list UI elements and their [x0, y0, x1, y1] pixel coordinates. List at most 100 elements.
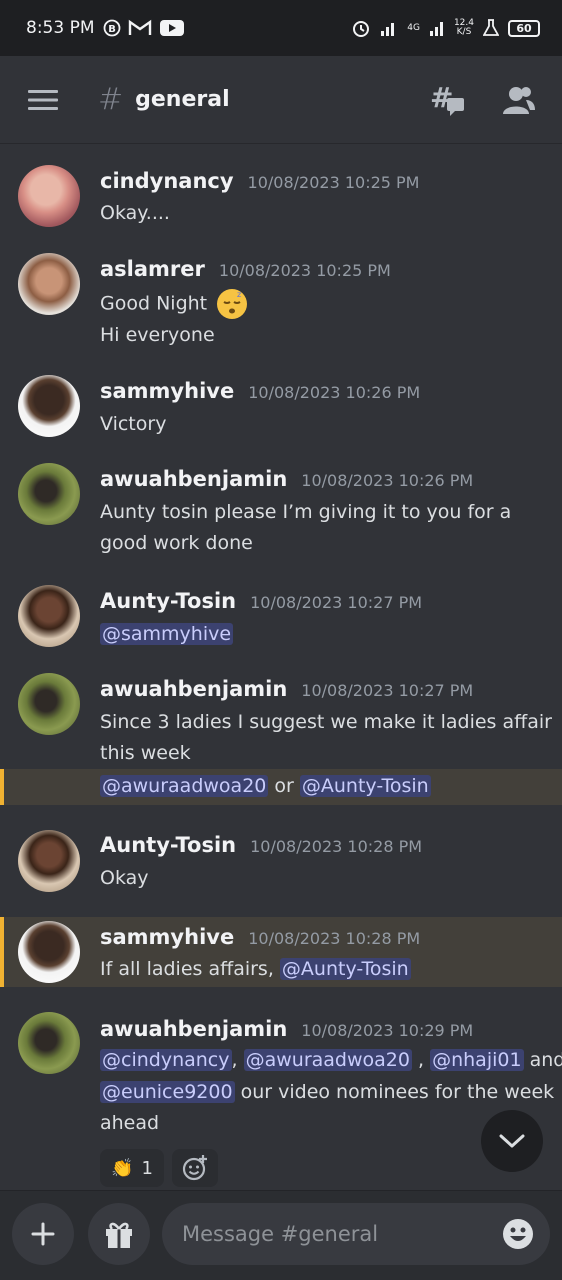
user-mention[interactable]: @Aunty-Tosin [299, 775, 431, 797]
user-mention[interactable]: @awuraadwoa20 [100, 775, 269, 797]
scroll-to-bottom-button[interactable] [481, 1110, 543, 1172]
message-text: @sammyhive [100, 619, 234, 650]
timestamp: 10/08/2023 10:27 PM [301, 681, 474, 700]
flask-icon [483, 19, 499, 36]
status-bar: 8:53 PM B 4G 12.4 K/S 60 [0, 0, 562, 56]
reaction-clap[interactable]: 👏 1 [100, 1149, 164, 1187]
gift-icon [106, 1222, 132, 1248]
message-text: @awuraadwoa20 or @Aunty-Tosin [100, 771, 431, 802]
username[interactable]: awuahbenjamin [100, 1017, 287, 1041]
message-text-span: Good Night [100, 292, 208, 315]
channel-title: general [135, 87, 230, 112]
username[interactable]: awuahbenjamin [100, 677, 287, 701]
message-highlighted[interactable]: sammyhive 10/08/2023 10:28 PM If all ladi… [0, 917, 562, 987]
message[interactable]: awuahbenjamin 10/08/2023 10:27 PM Since 3… [0, 665, 562, 769]
message[interactable]: sammyhive 10/08/2023 10:26 PM Victory [0, 367, 562, 455]
add-emoji-icon [182, 1155, 207, 1181]
username[interactable]: Aunty-Tosin [100, 589, 236, 613]
status-time: 8:53 PM [26, 18, 95, 38]
message-followup-highlighted[interactable]: @awuraadwoa20 or @Aunty-Tosin [0, 769, 562, 805]
svg-text:B: B [108, 24, 116, 35]
message[interactable]: aslamrer 10/08/2023 10:25 PM Good Night z… [0, 245, 562, 367]
timestamp: 10/08/2023 10:26 PM [301, 471, 474, 490]
members-icon[interactable] [502, 85, 536, 115]
message-text: Since 3 ladies I suggest we make it ladi… [100, 711, 552, 733]
username[interactable]: cindynancy [100, 169, 234, 193]
user-mention[interactable]: @eunice9200 [100, 1081, 235, 1103]
avatar[interactable] [18, 463, 80, 525]
user-mention[interactable]: @sammyhive [100, 623, 234, 645]
message-text: good work done [100, 532, 253, 554]
network-speed: 12.4 K/S [454, 19, 474, 37]
message-text: @cindynancy, @awuraadwoa20 , @nhaji01 an… [100, 1045, 562, 1076]
timestamp: 10/08/2023 10:25 PM [218, 261, 391, 280]
add-reaction-button[interactable] [172, 1149, 218, 1187]
avatar[interactable] [18, 165, 80, 227]
avatar[interactable] [18, 921, 80, 983]
separator-text: , [411, 1049, 431, 1071]
add-attachment-button[interactable] [12, 1203, 74, 1265]
reaction-count: 1 [141, 1157, 153, 1179]
channel-hash-icon: # [98, 82, 124, 117]
username[interactable]: Aunty-Tosin [100, 833, 236, 857]
username[interactable]: sammyhive [100, 925, 234, 949]
username[interactable]: awuahbenjamin [100, 467, 287, 491]
sleeping-face-icon: z [217, 289, 248, 319]
message-text: Hi everyone [100, 324, 215, 346]
message-text: If all ladies affairs, @Aunty-Tosin [100, 954, 411, 985]
timestamp: 10/08/2023 10:27 PM [250, 593, 423, 612]
message-input[interactable] [182, 1203, 482, 1265]
timestamp: 10/08/2023 10:25 PM [247, 173, 420, 192]
speed-unit: K/S [456, 27, 472, 37]
emoji-picker-icon[interactable] [502, 1218, 534, 1250]
message-text: Victory [100, 413, 167, 435]
avatar[interactable] [18, 585, 80, 647]
notification-icons: B [103, 19, 185, 37]
user-mention[interactable]: @cindynancy [100, 1049, 232, 1071]
signal-icon-2 [429, 22, 443, 36]
message[interactable]: Aunty-Tosin 10/08/2023 10:27 PM @sammyhiv… [0, 577, 562, 665]
username[interactable]: aslamrer [100, 257, 205, 281]
message-text: this week [100, 742, 191, 764]
user-mention[interactable]: @Aunty-Tosin [279, 958, 411, 980]
connector-text: or [268, 775, 300, 797]
threads-icon[interactable]: # [430, 83, 466, 117]
message-text-span: our video nominees for the week [234, 1081, 555, 1103]
message-text: @eunice9200 our video nominees for the w… [100, 1077, 554, 1108]
timestamp: 10/08/2023 10:26 PM [248, 383, 421, 402]
user-mention[interactable]: @nhaji01 [430, 1049, 524, 1071]
message-text: Okay [100, 867, 149, 889]
separator-text: , [231, 1049, 244, 1071]
svg-text:z: z [237, 290, 241, 299]
timestamp: 10/08/2023 10:28 PM [248, 929, 421, 948]
battery-indicator: 60 [508, 19, 540, 37]
youtube-icon [159, 20, 184, 36]
message-text: ahead [100, 1112, 160, 1134]
message-list[interactable]: cindynancy 10/08/2023 10:25 PM Okay.... a… [0, 145, 562, 1190]
username[interactable]: sammyhive [100, 379, 234, 403]
menu-icon[interactable] [28, 89, 58, 111]
avatar[interactable] [18, 1012, 80, 1074]
separator-text: and [523, 1049, 562, 1071]
user-mention[interactable]: @awuraadwoa20 [243, 1049, 412, 1071]
alarm-icon [353, 21, 370, 37]
avatar[interactable] [18, 375, 80, 437]
message-input-wrapper[interactable] [162, 1203, 550, 1265]
signal-icon [381, 23, 395, 36]
avatar[interactable] [18, 253, 80, 315]
avatar[interactable] [18, 673, 80, 735]
message[interactable]: awuahbenjamin 10/08/2023 10:29 PM @cindyn… [0, 987, 562, 1147]
message[interactable]: awuahbenjamin 10/08/2023 10:26 PM Aunty t… [0, 455, 562, 577]
timestamp: 10/08/2023 10:28 PM [250, 837, 423, 856]
gmail-icon [128, 19, 151, 35]
circle-b-icon: B [103, 19, 120, 37]
avatar[interactable] [18, 830, 80, 892]
gift-button[interactable] [88, 1203, 150, 1265]
message[interactable]: cindynancy 10/08/2023 10:25 PM Okay.... [0, 145, 562, 245]
network-type: 4G [407, 22, 420, 33]
message[interactable]: Aunty-Tosin 10/08/2023 10:28 PM Okay [0, 805, 562, 917]
system-icons: 4G 12.4 K/S 60 [351, 18, 540, 38]
message-text-span: If all ladies affairs, [100, 958, 280, 980]
channel-header: # general # [0, 56, 562, 144]
timestamp: 10/08/2023 10:29 PM [301, 1021, 474, 1040]
